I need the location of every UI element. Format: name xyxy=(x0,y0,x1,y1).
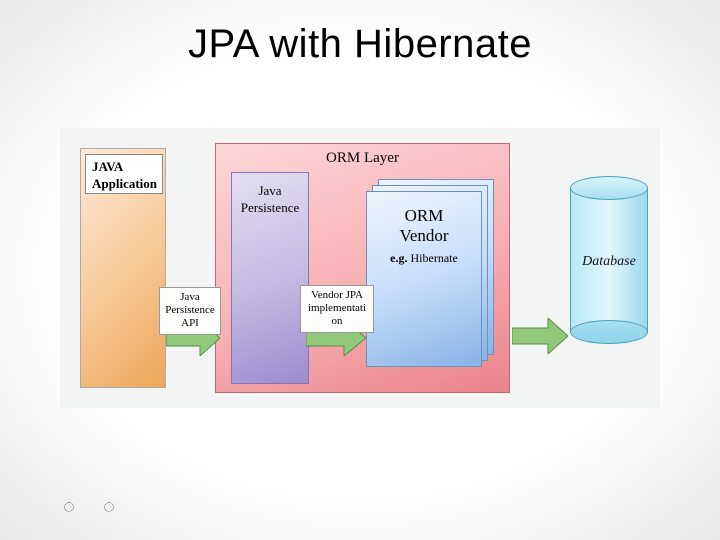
java-persistence-label: JavaPersistence xyxy=(232,183,308,217)
orm-layer-title: ORM Layer xyxy=(216,150,509,167)
bullet-dot-icon xyxy=(64,502,74,512)
database-bottom-cap xyxy=(570,320,648,344)
orm-vendor-box-front: ORMVendor e.g. Hibernate xyxy=(366,191,482,367)
architecture-diagram: JAVAApplication ORM Layer JavaPersistenc… xyxy=(60,128,660,408)
database-cylinder: Database xyxy=(570,176,648,344)
slide-bullets-decoration xyxy=(64,502,114,512)
java-persistence-box: JavaPersistence xyxy=(231,172,309,384)
orm-vendor-example: e.g. Hibernate xyxy=(367,251,481,266)
arrow-icon xyxy=(512,318,568,354)
slide-title: JPA with Hibernate xyxy=(0,22,720,67)
orm-vendor-title: ORMVendor xyxy=(367,206,481,247)
database-top-cap xyxy=(570,176,648,200)
database-label: Database xyxy=(570,254,648,270)
arrow-orm-to-database xyxy=(512,318,568,354)
arrow-label-vendor-impl: Vendor JPAimplementation xyxy=(300,285,374,333)
java-app-label: JAVAApplication xyxy=(85,154,163,194)
orm-vendor-eg-prefix: e.g. xyxy=(390,251,407,265)
orm-vendor-stack: ORMVendor e.g. Hibernate xyxy=(366,179,494,367)
orm-vendor-eg-value: Hibernate xyxy=(411,251,458,265)
bullet-dot-icon xyxy=(104,502,114,512)
arrow-label-jpa-api: JavaPersistenceAPI xyxy=(159,287,221,335)
